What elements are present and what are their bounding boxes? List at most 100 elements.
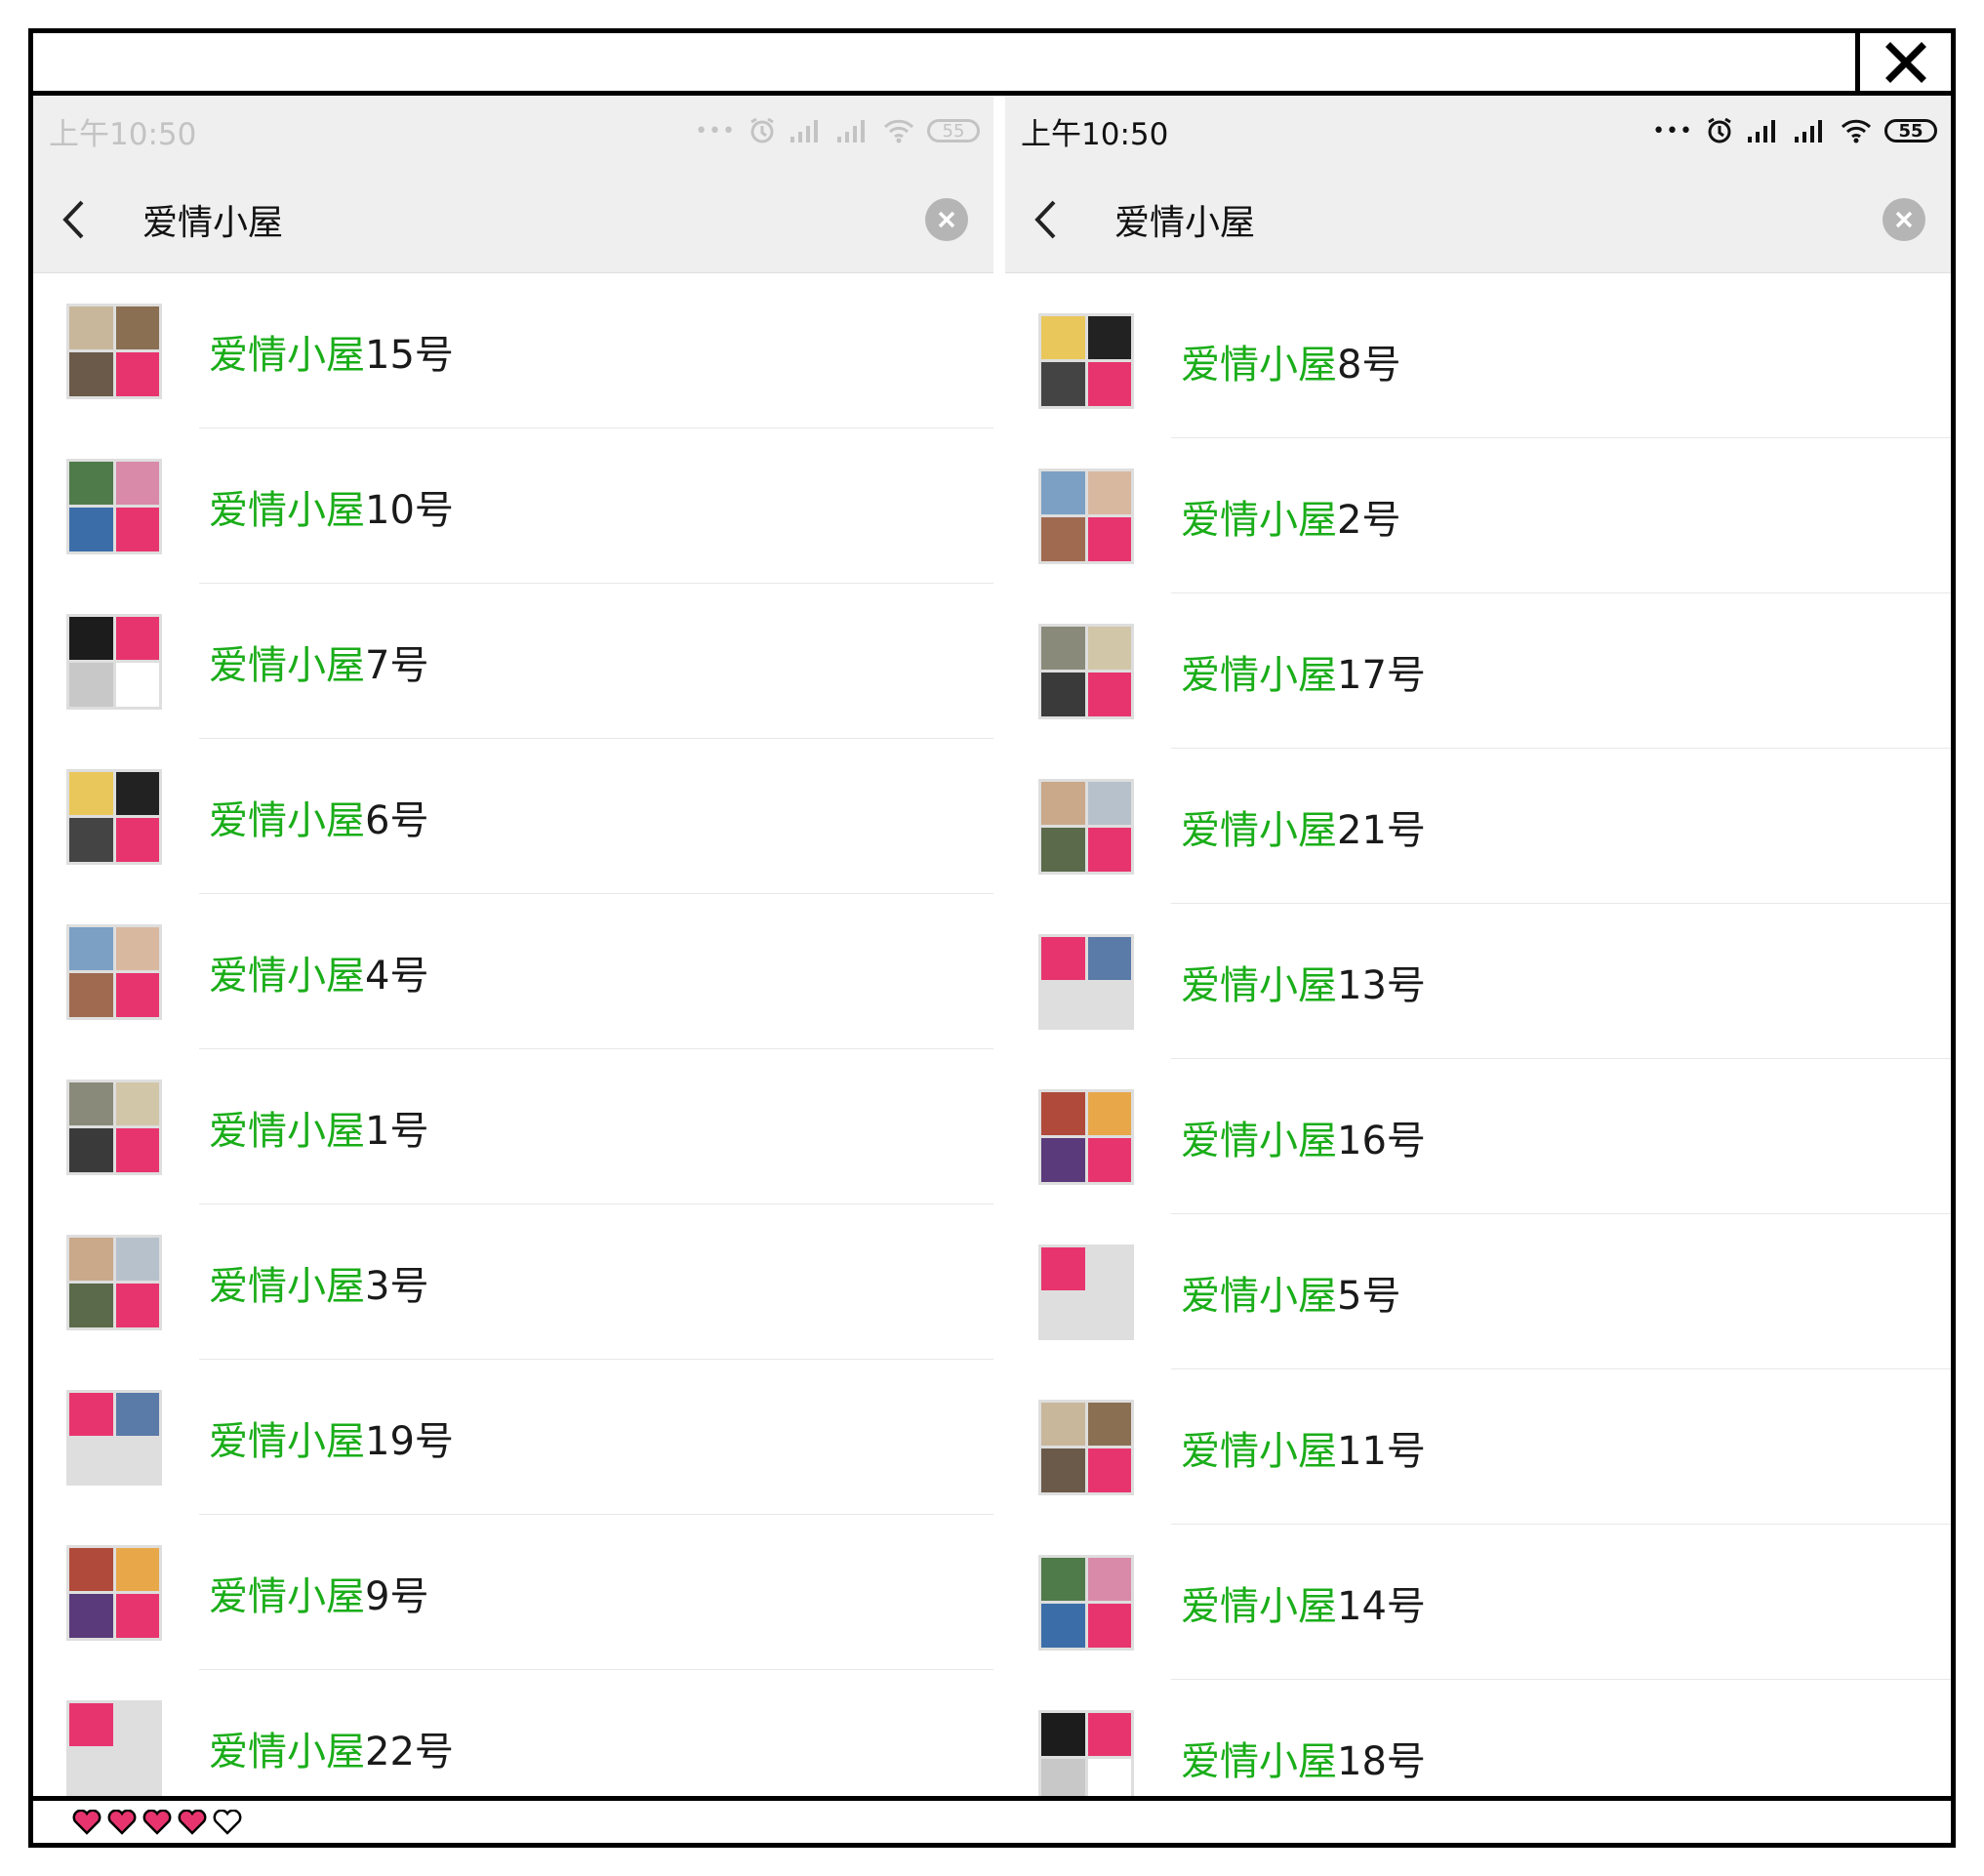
- group-name-match: 爱情小屋: [1181, 1273, 1337, 1319]
- avatar-tile: [1087, 781, 1131, 825]
- group-avatar: [1038, 468, 1134, 564]
- back-button[interactable]: [61, 190, 100, 249]
- avatar-tile: [115, 616, 159, 660]
- list-item[interactable]: 爱情小屋19号: [33, 1360, 993, 1515]
- back-button[interactable]: [1032, 190, 1072, 249]
- list-item[interactable]: 爱情小屋8号: [1005, 283, 1951, 438]
- group-name-number: 10号: [365, 487, 454, 533]
- group-name-number: 15号: [365, 332, 454, 378]
- group-name: 爱情小屋5号: [1181, 1264, 1400, 1321]
- window-top-bar: [33, 33, 1951, 96]
- clear-search-button[interactable]: [925, 197, 968, 241]
- group-name-number: 1号: [365, 1108, 429, 1154]
- avatar-tile: [115, 1128, 159, 1172]
- avatar-tile: [69, 616, 113, 660]
- avatar-tile: [1087, 1557, 1131, 1601]
- group-name-number: 21号: [1337, 807, 1426, 853]
- avatar-tile: [69, 663, 113, 707]
- list-item[interactable]: 爱情小屋2号: [1005, 438, 1951, 593]
- group-name-number: 17号: [1337, 652, 1426, 698]
- list-item[interactable]: 爱情小屋15号: [33, 273, 993, 428]
- group-name-number: 5号: [1337, 1273, 1401, 1319]
- avatar-tile: [69, 352, 113, 396]
- battery-level: 55: [942, 120, 965, 142]
- list-item[interactable]: 爱情小屋4号: [33, 894, 993, 1049]
- group-name-match: 爱情小屋: [1181, 962, 1337, 1008]
- avatar-tile: [1041, 626, 1085, 670]
- list-item[interactable]: 爱情小屋7号: [33, 584, 993, 739]
- list-item[interactable]: 爱情小屋3号: [33, 1204, 993, 1360]
- group-name-number: 19号: [365, 1418, 454, 1464]
- avatar-tile: [1087, 828, 1131, 872]
- group-avatar: [1038, 1088, 1134, 1185]
- group-name-number: 8号: [1337, 342, 1401, 387]
- group-name-match: 爱情小屋: [209, 1108, 365, 1154]
- group-avatar: [1038, 1709, 1134, 1796]
- group-avatar: [66, 1234, 162, 1330]
- avatar-tile: [1087, 1604, 1131, 1648]
- avatar-tile: [1041, 781, 1085, 825]
- list-item[interactable]: 爱情小屋5号: [1005, 1214, 1951, 1369]
- status-icons: ••• 55: [695, 116, 980, 145]
- alarm-icon: [750, 117, 774, 143]
- list-item[interactable]: 爱情小屋18号: [1005, 1680, 1951, 1796]
- group-avatar: [66, 1699, 162, 1796]
- avatar-tile: [69, 1749, 113, 1793]
- group-name: 爱情小屋7号: [209, 633, 428, 690]
- result-list: 爱情小屋15号 爱情小屋10号 爱情小屋7号 爱情小屋6号 爱情小屋4号 爱情小屋1号 爱情…: [33, 273, 993, 1796]
- list-item[interactable]: 爱情小屋14号: [1005, 1525, 1951, 1680]
- avatar-tile: [69, 973, 113, 1017]
- avatar-tile: [1041, 983, 1085, 1027]
- search-bar: [1005, 166, 1951, 273]
- heart-icon: [213, 1809, 242, 1835]
- search-input[interactable]: [141, 198, 925, 240]
- group-avatar: [66, 1544, 162, 1641]
- list-item[interactable]: 爱情小屋17号: [1005, 593, 1951, 749]
- heart-icon: [72, 1809, 101, 1835]
- list-item[interactable]: 爱情小屋1号: [33, 1049, 993, 1204]
- list-item[interactable]: 爱情小屋11号: [1005, 1369, 1951, 1525]
- heart-icon: [107, 1809, 137, 1835]
- group-name-match: 爱情小屋: [209, 1573, 365, 1619]
- avatar-tile: [69, 306, 113, 349]
- avatar-tile: [115, 663, 159, 707]
- avatar-tile: [1087, 936, 1131, 980]
- wifi-icon: [883, 119, 914, 143]
- group-name: 爱情小屋17号: [1181, 643, 1426, 700]
- search-input[interactable]: [1113, 198, 1883, 240]
- avatar-tile: [1087, 1759, 1131, 1796]
- avatar-tile: [1041, 828, 1085, 872]
- avatar-tile: [69, 1128, 113, 1172]
- group-name-match: 爱情小屋: [1181, 1738, 1337, 1784]
- avatar-tile: [1087, 1293, 1131, 1337]
- avatar-tile: [1041, 470, 1085, 514]
- right-phone-screen: 上午10:50 ••• 55 爱情小屋8号爱情小屋2号爱情小屋17号爱情小屋21…: [1005, 96, 1951, 1796]
- group-name: 爱情小屋21号: [1181, 798, 1426, 855]
- list-item[interactable]: 爱情小屋10号: [33, 428, 993, 584]
- clear-search-button[interactable]: [1883, 197, 1925, 241]
- group-name-match: 爱情小屋: [1181, 342, 1337, 387]
- group-name-match: 爱情小屋: [209, 797, 365, 843]
- group-name-match: 爱情小屋: [209, 1418, 365, 1464]
- list-item[interactable]: 爱情小屋16号: [1005, 1059, 1951, 1214]
- avatar-tile: [115, 306, 159, 349]
- list-item[interactable]: 爱情小屋22号: [33, 1670, 993, 1796]
- list-item[interactable]: 爱情小屋21号: [1005, 749, 1951, 904]
- avatar-tile: [1087, 626, 1131, 670]
- list-item[interactable]: 爱情小屋9号: [33, 1515, 993, 1670]
- avatar-tile: [115, 1284, 159, 1327]
- avatar-tile: [1041, 1604, 1085, 1648]
- avatar-tile: [1087, 1138, 1131, 1182]
- close-button[interactable]: [1855, 33, 1951, 91]
- group-name-number: 13号: [1337, 962, 1426, 1008]
- list-item[interactable]: 爱情小屋6号: [33, 739, 993, 894]
- avatar-tile: [1087, 673, 1131, 716]
- avatar-tile: [69, 461, 113, 505]
- avatar-tile: [115, 1547, 159, 1591]
- avatar-tile: [1041, 362, 1085, 406]
- avatar-tile: [1041, 673, 1085, 716]
- list-item[interactable]: 爱情小屋13号: [1005, 904, 1951, 1059]
- avatar-tile: [115, 1439, 159, 1483]
- group-avatar: [66, 303, 162, 399]
- avatar-tile: [1087, 1091, 1131, 1135]
